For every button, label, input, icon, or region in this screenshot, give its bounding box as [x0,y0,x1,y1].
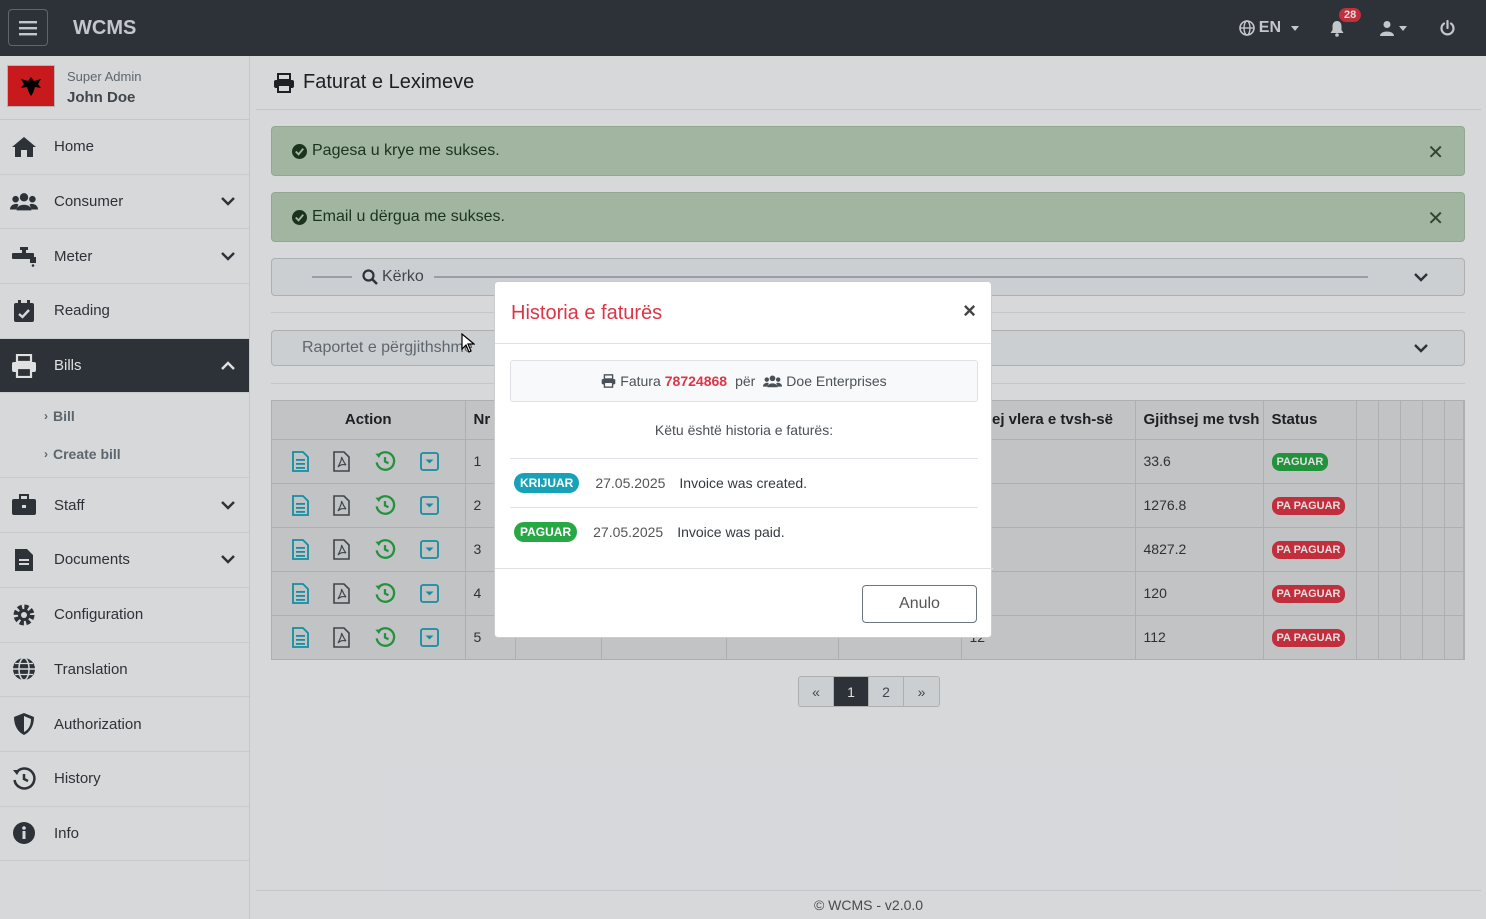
history-text: Invoice was paid. [677,524,785,540]
history-entry: KRIJUAR 27.05.2025 Invoice was created. [510,458,978,507]
history-intro: Këtu është historia e faturës: [654,422,834,438]
modal-header: Historia e faturës × [495,282,991,344]
invoice-number: 78724868 [664,373,728,389]
users-icon [763,374,783,387]
modal-title: Historia e faturës [511,302,663,324]
invoice-history-modal: Historia e faturës × Fatura 78724868 për… [494,281,993,639]
mouse-cursor-icon [461,333,475,353]
history-entry: PAGUAR 27.05.2025 Invoice was paid. [510,507,978,556]
history-badge-created: KRIJUAR [514,473,580,493]
history-text: Invoice was created. [679,475,808,491]
history-badge-paid: PAGUAR [514,522,578,542]
invoice-info-box: Fatura 78724868 për Doe Enterprises [510,360,978,402]
print-icon [601,374,616,388]
for-label: për [735,373,756,389]
modal-footer: Anulo [495,568,993,639]
modal-close-button[interactable]: × [963,298,976,324]
customer-name: Doe Enterprises [786,373,887,389]
history-date: 27.05.2025 [593,524,664,540]
cancel-button[interactable]: Anulo [862,585,977,623]
history-date: 27.05.2025 [595,475,666,491]
invoice-label: Fatura [620,373,661,389]
